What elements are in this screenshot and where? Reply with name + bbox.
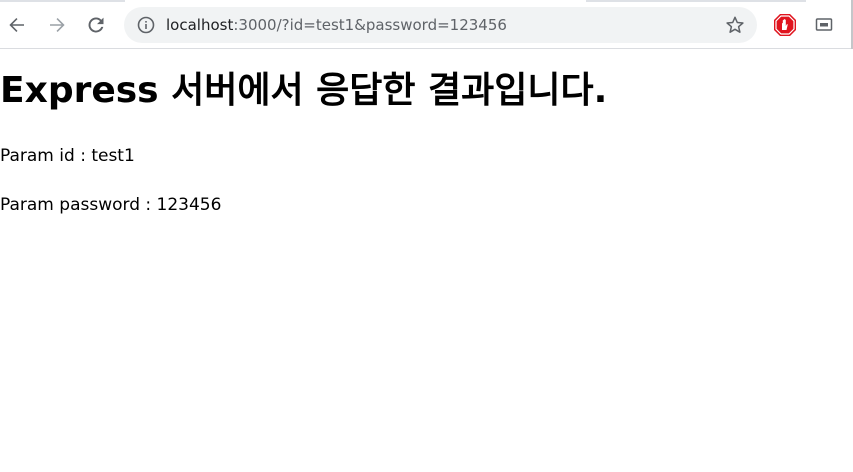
- param-id-text: Param id : test1: [0, 146, 135, 166]
- cast-icon[interactable]: [815, 17, 833, 33]
- url-path: :3000/?id=test1&password=123456: [233, 16, 507, 34]
- back-button[interactable]: [2, 10, 32, 40]
- info-icon[interactable]: [137, 16, 155, 34]
- arrow-right-icon: [50, 18, 65, 32]
- forward-button[interactable]: [42, 10, 72, 40]
- address-bar[interactable]: localhost:3000/?id=test1&password=123456: [124, 7, 757, 43]
- url-text[interactable]: localhost:3000/?id=test1&password=123456: [166, 15, 507, 35]
- browser-toolbar: localhost:3000/?id=test1&password=123456: [0, 0, 853, 49]
- stop-hand-icon[interactable]: [773, 13, 797, 37]
- url-host: localhost: [166, 16, 234, 34]
- reload-button[interactable]: [81, 10, 111, 40]
- star-icon[interactable]: [725, 15, 745, 35]
- tab-strip-edge-left: [0, 0, 125, 2]
- page-heading: Express 서버에서 응답한 결과입니다.: [0, 70, 608, 111]
- arrow-left-icon: [9, 18, 24, 32]
- page-content: Express 서버에서 응답한 결과입니다. Param id : test1…: [0, 49, 853, 472]
- tab-strip-edge-right: [586, 0, 806, 2]
- param-password-text: Param password : 123456: [0, 195, 222, 215]
- reload-icon: [88, 17, 104, 33]
